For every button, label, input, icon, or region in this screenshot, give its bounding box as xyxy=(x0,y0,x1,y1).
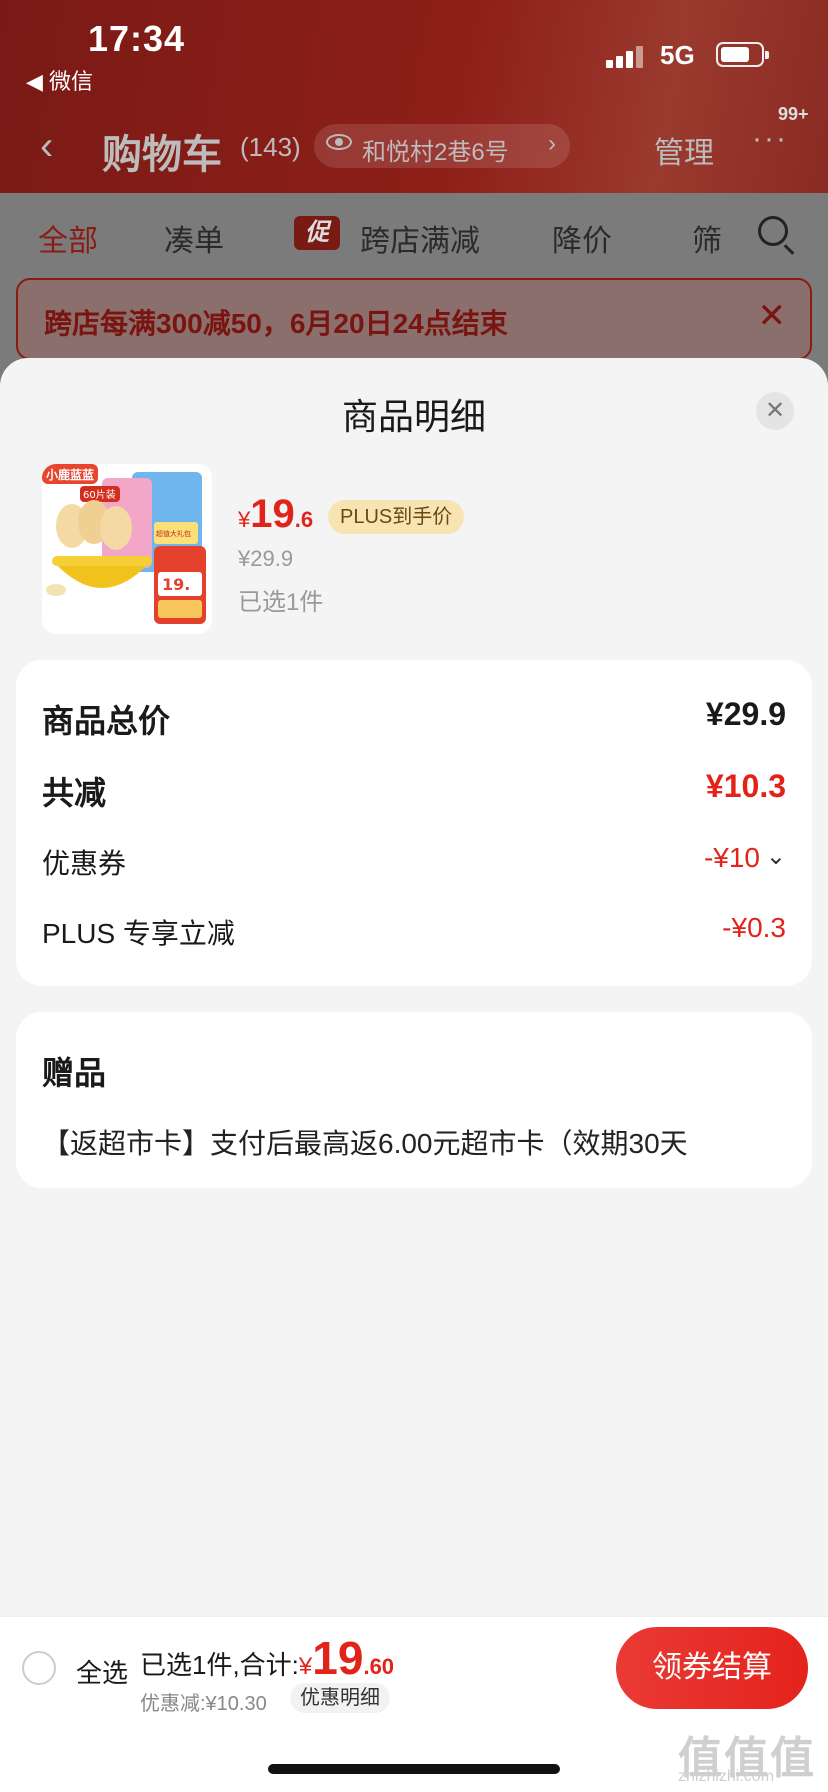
cart-count: (143) xyxy=(240,132,301,162)
select-all-checkbox[interactable] xyxy=(22,1651,56,1685)
price-tag-label: 19. xyxy=(162,575,190,594)
cart-navbar: ‹ 购物车 (143) 和悦村2巷6号 › 管理 ··· 99+ xyxy=(0,104,828,186)
tab-price-drop[interactable]: 降价 xyxy=(552,216,612,260)
total-value: ¥29.9 xyxy=(705,696,786,732)
address-text: 和悦村2巷6号 xyxy=(362,139,509,166)
total-decimal: .60 xyxy=(363,1654,395,1679)
filter-tabs: 全部 凑单 促 跨店满减 降价 筛 xyxy=(0,208,828,264)
back-icon[interactable]: ‹ xyxy=(40,124,53,169)
plus-discount-label: PLUS 专享立减 xyxy=(42,918,235,949)
eye-icon xyxy=(326,134,352,150)
chevron-down-icon[interactable]: ⌄ xyxy=(766,842,786,871)
gift-banner-label: 超值大礼包 xyxy=(156,529,191,538)
home-indicator-area: 值值值 zhizhizhi.com xyxy=(0,1718,828,1792)
coupon-label: 优惠券 xyxy=(42,848,127,879)
tab-all[interactable]: 全部 xyxy=(38,216,98,260)
currency-symbol: ¥ xyxy=(298,1653,313,1680)
gift-text: 【返超市卡】支付后最高返6.00元超市卡（效期30天 xyxy=(42,1128,688,1159)
tab-filter[interactable]: 筛 xyxy=(692,216,722,260)
select-all-label[interactable]: 全选 xyxy=(76,1653,128,1690)
manage-button[interactable]: 管理 xyxy=(654,128,714,172)
product-image[interactable]: 小鹿蓝蓝 60片装 超值大礼包 19. xyxy=(42,464,212,634)
watermark-url: zhizhizhi.com xyxy=(678,1768,775,1785)
selected-quantity: 已选1件 xyxy=(238,589,324,616)
plus-price-tag: PLUS到手价 xyxy=(328,500,465,534)
search-icon[interactable] xyxy=(758,216,788,246)
price-integer: 19 xyxy=(250,492,295,536)
page-title: 购物车 xyxy=(102,133,222,177)
reduction-value: ¥10.3 xyxy=(705,768,786,804)
network-label: 5G xyxy=(660,40,695,70)
price-breakdown-card: 商品总价 ¥29.9 共减 ¥10.3 优惠券 -¥10 ⌄ PLUS 专享立减… xyxy=(16,660,812,986)
tab-bundle[interactable]: 凑单 xyxy=(164,216,224,260)
watermark: 值值值 zhizhizhi.com xyxy=(678,1722,816,1786)
tab-cross-store[interactable]: 跨店满减 xyxy=(360,216,480,260)
total-summary: 已选1件,合计:¥19.60 xyxy=(140,1631,394,1685)
currency-symbol: ¥ xyxy=(238,507,251,532)
more-icon[interactable]: ··· xyxy=(752,122,788,156)
discount-summary: 优惠减:¥10.30 xyxy=(140,1693,267,1715)
product-detail-sheet: 商品明细 ✕ 小鹿蓝蓝 60片装 超值大礼包 19. ¥19.6 PLUS到手价 xyxy=(0,358,828,1618)
back-to-wechat-link[interactable]: ◀ 微信 xyxy=(26,64,93,96)
message-badge: 99+ xyxy=(778,104,809,124)
gift-title: 赠品 xyxy=(42,1055,107,1091)
reduction-label: 共减 xyxy=(42,775,107,811)
sheet-title: 商品明细 xyxy=(341,396,486,437)
discount-detail-button[interactable]: 优惠明细 xyxy=(290,1683,390,1713)
close-icon[interactable]: ✕ xyxy=(756,392,794,430)
brand-label: 小鹿蓝蓝 xyxy=(46,467,94,482)
total-label: 商品总价 xyxy=(42,703,171,739)
pack-count-badge: 60片装 xyxy=(83,488,116,501)
close-icon[interactable]: ✕ xyxy=(758,296,787,336)
checkout-button[interactable]: 领券结算 xyxy=(616,1627,808,1709)
price-decimal: .6 xyxy=(294,507,314,532)
chevron-right-icon: › xyxy=(548,130,556,157)
status-bar: 17:34 ◀ 微信 5G xyxy=(0,0,828,100)
checkout-bar: 全选 已选1件,合计:¥19.60 优惠减:¥10.30 优惠明细 领券结算 xyxy=(0,1616,828,1718)
summary-label: 已选1件,合计: xyxy=(140,1650,299,1680)
coupon-value: -¥10 xyxy=(703,842,760,873)
notice-text: 跨店每满300减50，6月20日24点结束 xyxy=(44,308,508,339)
total-integer: 19 xyxy=(312,1632,364,1684)
gift-card: 赠品 【返超市卡】支付后最高返6.00元超市卡（效期30天 xyxy=(16,1012,812,1188)
battery-icon xyxy=(716,42,769,67)
home-indicator[interactable] xyxy=(268,1764,560,1774)
address-selector[interactable]: 和悦村2巷6号 › xyxy=(314,124,570,168)
plus-discount-value: -¥0.3 xyxy=(722,912,786,943)
product-price: ¥19.6 xyxy=(238,492,313,537)
status-time: 17:34 xyxy=(88,18,186,59)
promo-tag: 促 xyxy=(294,216,340,250)
original-price: ¥29.9 xyxy=(238,546,294,571)
signal-icon xyxy=(606,44,646,68)
promo-notice: 跨店每满300减50，6月20日24点结束 ✕ xyxy=(16,278,812,360)
